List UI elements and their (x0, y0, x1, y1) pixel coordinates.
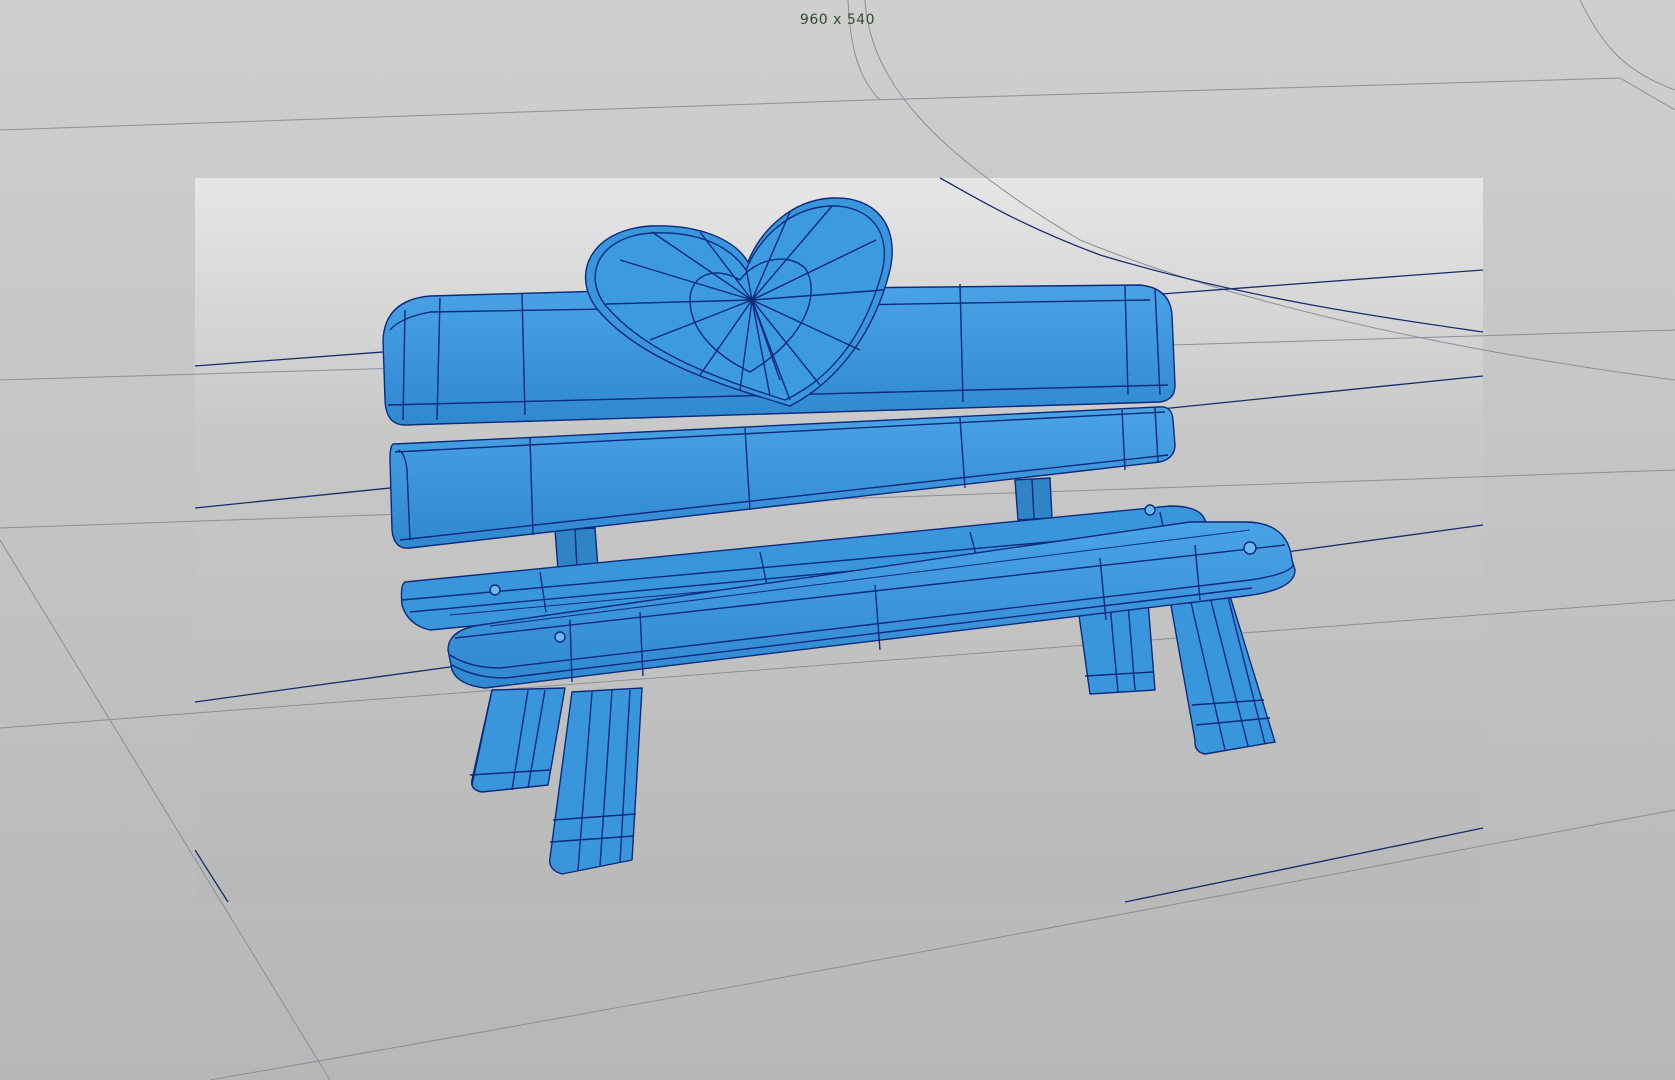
resolution-gate-label: 960 x 540 (799, 12, 876, 28)
leg-back-right (1077, 601, 1156, 695)
back-post-right (1014, 477, 1053, 521)
3d-viewport[interactable]: 960 x 540 (0, 0, 1675, 1080)
viewport-canvas[interactable] (0, 0, 1675, 1080)
